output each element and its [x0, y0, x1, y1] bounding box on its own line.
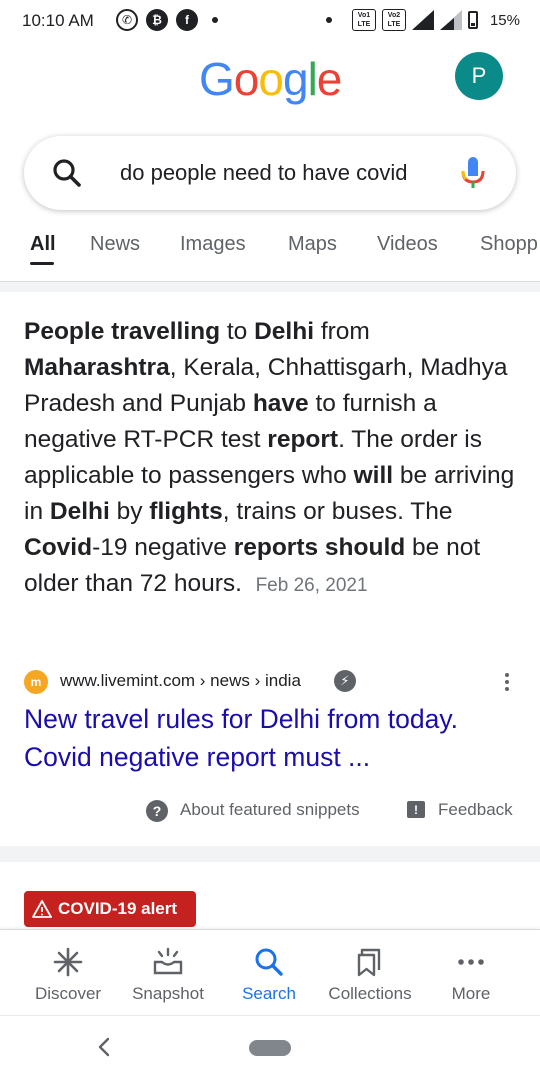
battery-percent: 15%: [489, 11, 520, 29]
tab-maps[interactable]: Maps: [288, 233, 337, 256]
tab-videos[interactable]: Videos: [377, 233, 438, 256]
bottom-navigation: Discover Snapshot Search Collections Mor…: [0, 929, 540, 1015]
nav-more[interactable]: More: [417, 930, 525, 1016]
about-featured-snippets-link[interactable]: About featured snippets: [180, 800, 360, 820]
home-pill[interactable]: [249, 1040, 291, 1056]
whatsapp-icon: ✆: [116, 9, 138, 31]
collections-bookmark-icon: [357, 948, 381, 977]
nav-discover-label: Discover: [34, 984, 102, 1003]
tab-all[interactable]: All: [30, 233, 56, 256]
system-icons: Vo1 LTE Vo2 LTE 15%: [325, 9, 520, 31]
divider: [0, 846, 540, 862]
search-box[interactable]: do people need to have covid: [24, 136, 516, 210]
logo-letter: g: [282, 53, 309, 105]
snippet-bold: report: [267, 426, 339, 453]
logo-letter: l: [307, 53, 318, 105]
featured-snippet-card: People travelling to Delhi from Maharash…: [0, 292, 540, 846]
nav-snapshot[interactable]: Snapshot: [114, 930, 222, 1016]
snippet-date: Feb 26, 2021: [255, 575, 368, 596]
nav-discover[interactable]: Discover: [14, 930, 122, 1016]
tab-images[interactable]: Images: [180, 233, 246, 256]
snippet-text: -19 negative: [92, 534, 234, 561]
search-tabs: All News Images Maps Videos Shopp: [0, 230, 540, 282]
snippet-bold: have: [252, 390, 309, 417]
microphone-icon[interactable]: [460, 156, 486, 190]
more-horiz-icon: [458, 959, 484, 965]
nav-collections[interactable]: Collections: [316, 930, 424, 1016]
account-avatar[interactable]: P: [455, 52, 503, 100]
volte-2-icon: Vo2 LTE: [381, 9, 406, 31]
volte-1-icon: Vo1 LTE: [351, 9, 376, 31]
nav-collections-label: Collections: [328, 984, 412, 1003]
search-icon: [255, 948, 283, 976]
discover-asterisk-icon: [53, 947, 83, 977]
battery-icon: [467, 11, 478, 29]
snippet-bold: Maharashtra: [24, 354, 170, 381]
search-input[interactable]: do people need to have covid: [120, 160, 428, 186]
logo-letter: G: [199, 53, 235, 105]
app-notification-icon: ₿: [146, 9, 168, 31]
help-icon[interactable]: ?: [146, 800, 168, 822]
signal-2-icon: [439, 10, 462, 30]
notification-icons: ✆ ₿ f: [116, 9, 218, 31]
back-chevron-icon[interactable]: [94, 1034, 114, 1060]
snippet-bold: flights: [149, 498, 223, 525]
featured-snippet-text: People travelling to Delhi from Maharash…: [24, 314, 518, 604]
snippet-bold: Delhi: [254, 318, 315, 345]
warning-icon: [32, 900, 52, 918]
notification-dot-icon: [325, 17, 332, 23]
system-navigation-bar: [0, 1015, 540, 1080]
logo-letter: o: [233, 53, 260, 105]
covid-alert-badge[interactable]: COVID-19 alert: [24, 891, 196, 927]
feedback-icon[interactable]: !: [407, 801, 425, 818]
tab-news[interactable]: News: [90, 233, 140, 256]
snippet-bold: People travelling: [24, 318, 221, 345]
covid-alert-card: COVID-19 alert: [0, 862, 540, 932]
logo-letter: e: [316, 53, 343, 105]
snippet-bold: reports should: [233, 534, 406, 561]
nav-snapshot-label: Snapshot: [132, 984, 204, 1003]
snippet-text: , trains or buses. The: [222, 498, 453, 525]
snapshot-icon: [153, 947, 183, 975]
snippet-bold: Delhi: [49, 498, 110, 525]
facebook-icon: f: [176, 9, 198, 31]
source-url[interactable]: www.livemint.com › news › india: [60, 671, 301, 691]
nav-search-label: Search: [242, 984, 296, 1003]
more-notifications-dot-icon: [212, 17, 218, 23]
snippet-text: from: [314, 318, 370, 345]
active-tab-indicator: [30, 262, 54, 265]
search-icon[interactable]: [52, 158, 82, 188]
result-title-link[interactable]: New travel rules for Delhi from today. C…: [24, 700, 524, 776]
tab-shopping[interactable]: Shopp: [480, 233, 538, 256]
logo-letter: o: [258, 53, 284, 105]
status-time: 10:10 AM: [22, 11, 94, 30]
feedback-link[interactable]: Feedback: [438, 800, 513, 820]
more-options-icon[interactable]: [502, 668, 512, 696]
google-logo[interactable]: Google: [199, 52, 343, 106]
covid-alert-label: COVID-19 alert: [58, 899, 178, 918]
snippet-text: by: [109, 498, 150, 525]
snippet-bold: will: [353, 462, 394, 489]
snippet-text: to: [220, 318, 255, 345]
livemint-favicon-icon: m: [24, 670, 48, 694]
snippet-bold: Covid: [24, 534, 93, 561]
nav-more-label: More: [451, 984, 491, 1003]
signal-1-icon: [411, 10, 434, 30]
amp-lightning-icon: ⚡: [334, 670, 356, 692]
divider: [0, 282, 540, 292]
snippet-footer: ? About featured snippets ! Feedback: [0, 798, 540, 826]
nav-search[interactable]: Search: [215, 930, 323, 1016]
source-row[interactable]: m www.livemint.com › news › india ⚡: [24, 668, 518, 696]
status-bar: 10:10 AM ✆ ₿ f Vo1 LTE Vo2 LTE 15%: [0, 0, 540, 42]
